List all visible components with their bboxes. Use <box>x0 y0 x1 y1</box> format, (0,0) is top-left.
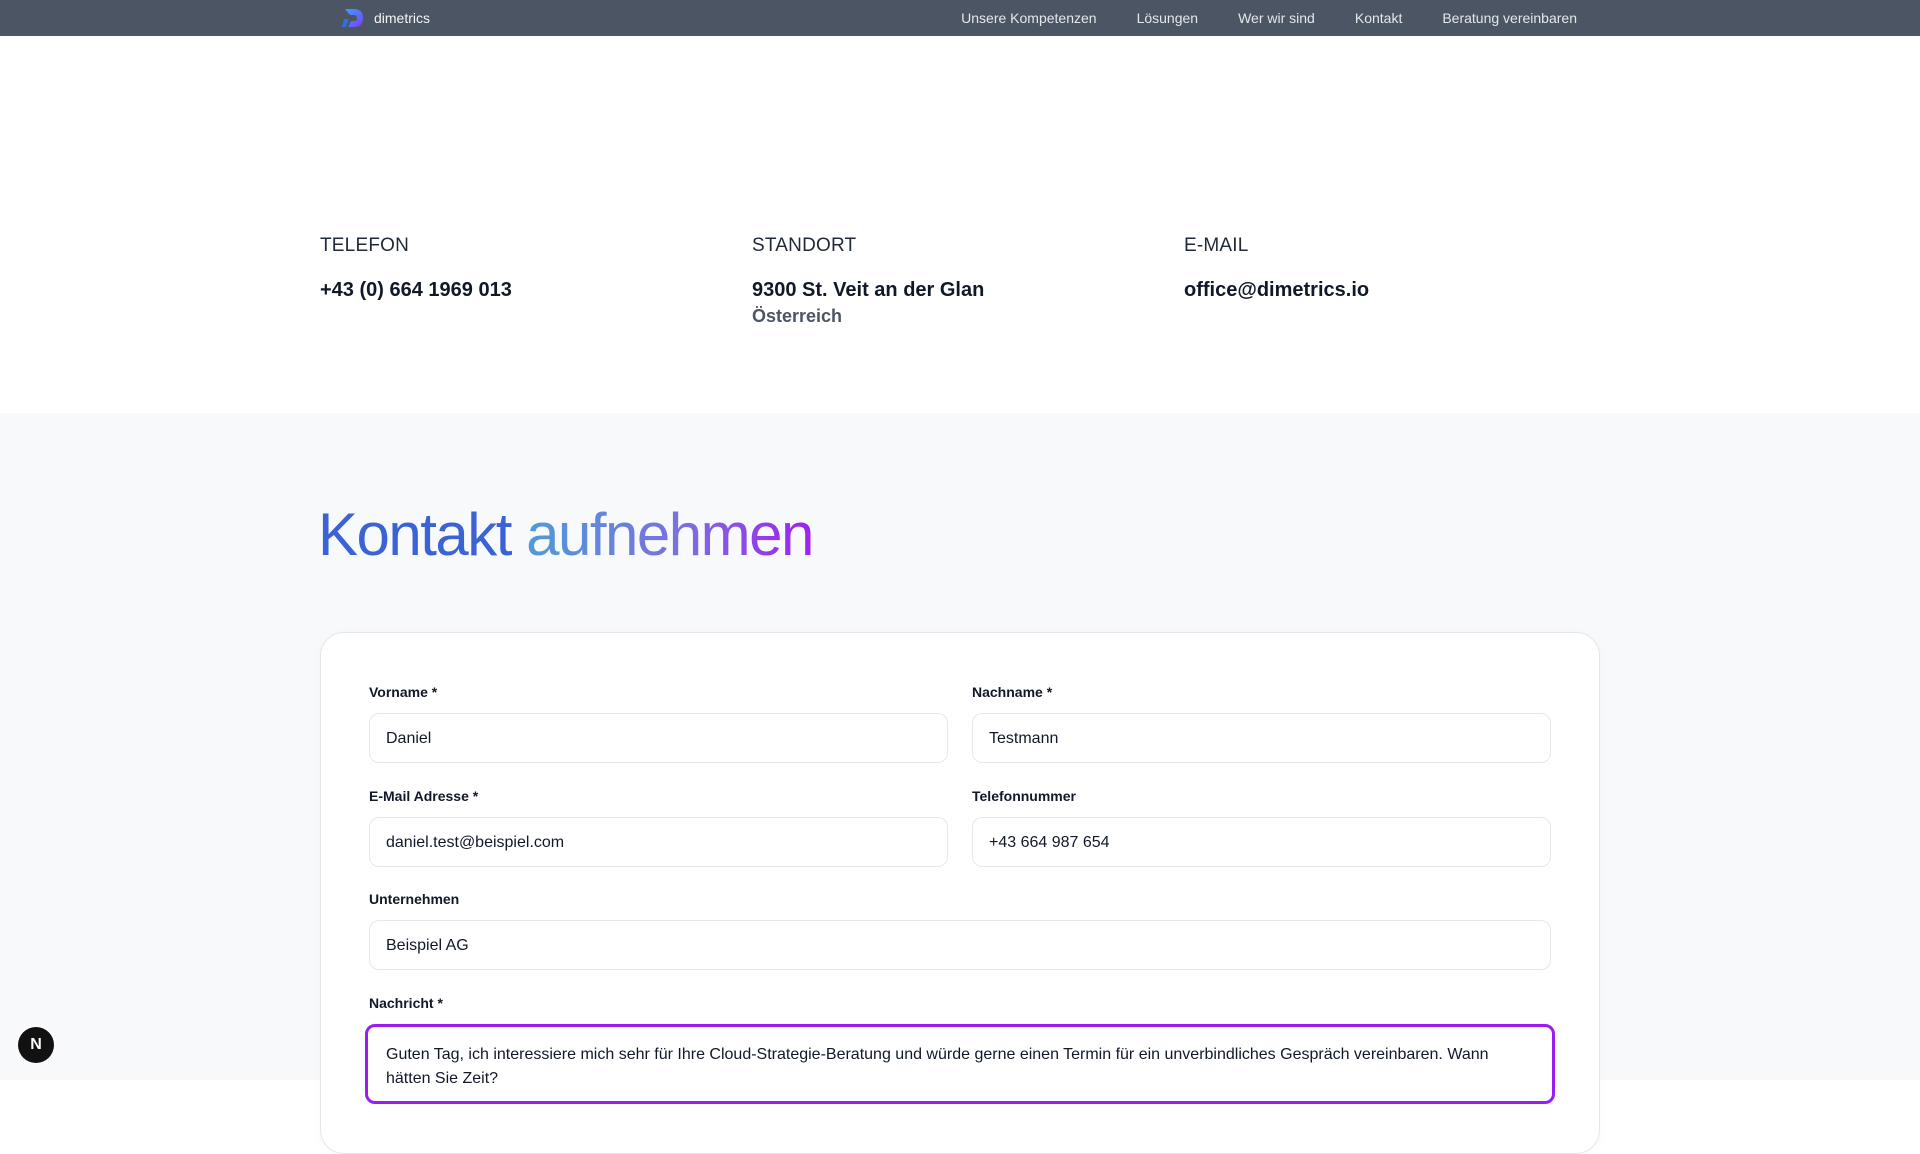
main-nav: Unsere Kompetenzen Lösungen Wer wir sind… <box>961 0 1577 36</box>
nav-link-kompetenzen[interactable]: Unsere Kompetenzen <box>961 10 1096 26</box>
nav-link-loesungen[interactable]: Lösungen <box>1137 10 1199 26</box>
nav-link-beratung[interactable]: Beratung vereinbaren <box>1442 10 1577 26</box>
nachname-label: Nachname * <box>972 684 1053 700</box>
location-info: STANDORT 9300 St. Veit an der Glan Öster… <box>752 235 984 327</box>
nav-link-wer-wir-sind[interactable]: Wer wir sind <box>1238 10 1315 26</box>
unternehmen-field: Unternehmen Beispiel AG <box>369 890 1551 970</box>
top-navbar: dimetrics Unsere Kompetenzen Lösungen We… <box>0 0 1920 36</box>
email-label: E-MAIL <box>1184 235 1249 256</box>
unternehmen-label: Unternehmen <box>369 891 460 907</box>
location-value: 9300 St. Veit an der Glan <box>752 279 985 301</box>
phone-info: TELEFON +43 (0) 664 1969 013 <box>320 235 512 302</box>
nachricht-textarea[interactable]: Guten Tag, ich interessiere mich sehr fü… <box>365 1024 1555 1104</box>
title-part-2: aufnehmen <box>526 501 814 568</box>
telefon-label: Telefonnummer <box>972 788 1076 804</box>
brand-logo-link[interactable]: dimetrics <box>342 7 430 29</box>
nachname-input[interactable]: Testmann <box>972 713 1551 763</box>
phone-value: +43 (0) 664 1969 013 <box>320 279 512 301</box>
location-label: STANDORT <box>752 235 857 256</box>
email-input[interactable]: daniel.test@beispiel.com <box>369 817 948 867</box>
email-field-label: E-Mail Adresse * <box>369 788 479 804</box>
vorname-field: Vorname * Daniel <box>369 683 948 763</box>
contact-form-section: Kontakt aufnehmen Vorname * Daniel Nachn… <box>0 413 1920 1154</box>
nav-link-kontakt[interactable]: Kontakt <box>1355 10 1402 26</box>
location-country: Österreich <box>752 306 843 326</box>
nachricht-label: Nachricht * <box>369 995 443 1011</box>
contact-form-card: Vorname * Daniel Nachname * Testmann E-M… <box>320 632 1600 1154</box>
nachricht-field: Nachricht * Guten Tag, ich interessiere … <box>365 994 1555 1114</box>
phone-label: TELEFON <box>320 235 410 256</box>
title-part-1: Kontakt <box>318 501 512 568</box>
unternehmen-input[interactable]: Beispiel AG <box>369 920 1551 970</box>
nachname-field: Nachname * Testmann <box>972 683 1551 763</box>
email-field: E-Mail Adresse * daniel.test@beispiel.co… <box>369 787 948 867</box>
section-title: Kontakt aufnehmen <box>318 499 814 571</box>
contact-info-section: TELEFON +43 (0) 664 1969 013 STANDORT 93… <box>0 36 1920 413</box>
telefon-field: Telefonnummer +43 664 987 654 <box>972 787 1551 867</box>
email-value: office@dimetrics.io <box>1184 279 1370 301</box>
telefon-input[interactable]: +43 664 987 654 <box>972 817 1551 867</box>
dimetrics-logo-icon <box>342 7 366 29</box>
nextjs-dev-indicator-button[interactable]: N <box>18 1027 54 1063</box>
nextjs-n-icon: N <box>30 1036 42 1053</box>
vorname-label: Vorname * <box>369 684 438 700</box>
brand-name: dimetrics <box>374 10 431 26</box>
vorname-input[interactable]: Daniel <box>369 713 948 763</box>
email-info: E-MAIL office@dimetrics.io <box>1184 235 1369 302</box>
